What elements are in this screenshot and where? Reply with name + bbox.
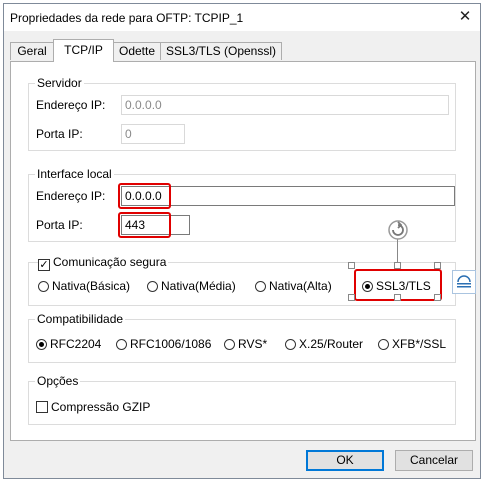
compatibilidade-title: Compatibilidade (35, 312, 126, 326)
radio-label: Nativa(Alta) (269, 279, 332, 293)
radio-x25-router[interactable]: X.25/Router (285, 336, 363, 352)
radio-icon (224, 339, 235, 350)
radio-xfb-ssl[interactable]: XFB*/SSL (378, 336, 446, 352)
ssl-highlight (354, 269, 442, 301)
radio-label: RFC1006/1086 (130, 337, 212, 351)
interface-local-group: Interface local Endereço IP: 0.0.0.0 Por… (28, 167, 456, 242)
radio-label: RVS* (238, 337, 268, 351)
compatibilidade-group: Compatibilidade RFC2204 RFC1006/1086 RVS… (28, 312, 456, 363)
servidor-group: Servidor Endereço IP: 0.0.0.0 Porta IP: … (28, 76, 456, 151)
tcpip-panel: Servidor Endereço IP: 0.0.0.0 Porta IP: … (10, 61, 476, 441)
window-title: Propriedades da rede para OFTP: TCPIP_1 (10, 11, 244, 25)
checkbox-icon (36, 401, 48, 413)
radio-icon (255, 281, 266, 292)
interface-ip-field[interactable]: 0.0.0.0 (121, 186, 455, 206)
radio-icon (147, 281, 158, 292)
radio-rfc2204[interactable]: RFC2204 (36, 336, 101, 352)
tab-tcpip[interactable]: TCP/IP (53, 39, 114, 62)
radio-icon (378, 339, 389, 350)
radio-label: RFC2204 (50, 337, 102, 351)
gzip-label: Compressão GZIP (51, 400, 151, 414)
servidor-ip-label: Endereço IP: (36, 98, 106, 112)
radio-icon (116, 339, 127, 350)
gzip-checkbox[interactable]: Compressão GZIP (36, 399, 150, 415)
title-bar: Propriedades da rede para OFTP: TCPIP_1 … (4, 4, 480, 31)
radio-label: XFB*/SSL (392, 337, 447, 351)
check-icon: ✓ (38, 259, 50, 271)
comunicacao-segura-label: Comunicação segura (53, 255, 167, 269)
ok-button[interactable]: OK (306, 450, 384, 471)
interface-local-title: Interface local (35, 167, 114, 181)
comunicacao-segura-checkbox[interactable]: ✓ Comunicação segura (38, 254, 169, 271)
opcoes-group: Opções Compressão GZIP (28, 374, 456, 425)
port-highlight (118, 212, 171, 238)
tab-ssl3-tls[interactable]: SSL3/TLS (Openssl) (160, 42, 282, 60)
radio-label: Nativa(Média) (161, 279, 236, 293)
servidor-port-label: Porta IP: (36, 127, 83, 141)
interface-port-label: Porta IP: (36, 218, 83, 232)
radio-rvs[interactable]: RVS* (224, 336, 267, 352)
ip-highlight (118, 183, 171, 209)
servidor-port-field[interactable]: 0 (121, 124, 185, 144)
close-icon[interactable]: ✕ (454, 7, 476, 27)
radio-label: Nativa(Básica) (52, 279, 131, 293)
servidor-ip-field[interactable]: 0.0.0.0 (121, 95, 449, 115)
radio-icon (38, 281, 49, 292)
radio-nativa-media[interactable]: Nativa(Média) (147, 278, 236, 294)
interface-ip-label: Endereço IP: (36, 189, 106, 203)
servidor-title: Servidor (35, 76, 84, 90)
properties-dialog: Propriedades da rede para OFTP: TCPIP_1 … (3, 3, 481, 479)
radio-icon (285, 339, 296, 350)
radio-nativa-basica[interactable]: Nativa(Básica) (38, 278, 130, 294)
opcoes-title: Opções (35, 374, 81, 388)
radio-nativa-alta[interactable]: Nativa(Alta) (255, 278, 332, 294)
tab-odette[interactable]: Odette (113, 42, 161, 60)
tab-geral[interactable]: Geral (10, 42, 54, 60)
cancel-button[interactable]: Cancelar (395, 450, 473, 471)
radio-rfc1006[interactable]: RFC1006/1086 (116, 336, 211, 352)
radio-selected-icon (36, 339, 47, 350)
radio-label: X.25/Router (299, 337, 364, 351)
comunicacao-segura-group: ✓ Comunicação segura Nativa(Básica) Nativ… (28, 254, 456, 306)
